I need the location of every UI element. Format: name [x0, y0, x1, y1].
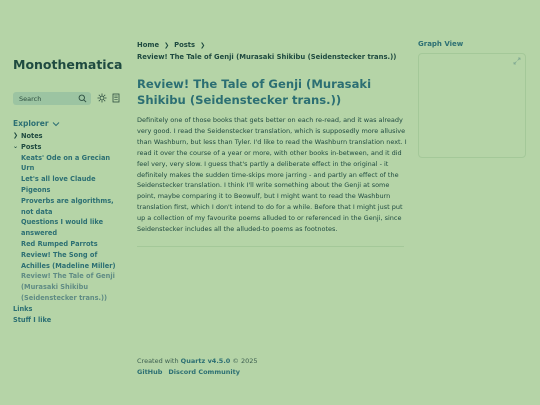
discord-link[interactable]: Discord Community [168, 368, 240, 376]
chevron-right-icon: ❯ [200, 41, 206, 49]
post-link-active[interactable]: Review! The Tale of Genji (Murasaki Shik… [13, 271, 125, 303]
chevron-down-icon: ⌄ [13, 142, 19, 150]
graph-view[interactable] [418, 53, 526, 158]
search-icon [78, 94, 87, 103]
expand-icon[interactable] [513, 57, 521, 65]
breadcrumb: Home ❯ Posts ❯ [137, 41, 205, 49]
chevron-down-icon [52, 121, 59, 126]
folder-label: Posts [21, 142, 42, 151]
links-link[interactable]: Links [13, 304, 125, 315]
sun-icon[interactable] [97, 93, 107, 103]
folder-notes[interactable]: ❯ Notes [13, 131, 125, 142]
post-link[interactable]: Questions I would like answered [13, 217, 125, 239]
post-link[interactable]: Proverbs are algorithms, not data [13, 196, 125, 218]
post-link[interactable]: Pigeons [13, 185, 125, 196]
page: Monothematica Search Explorer ❯ Notes ⌄ … [0, 0, 540, 405]
footer-created-prefix: Created with [137, 357, 179, 365]
post-link[interactable]: Red Rumped Parrots [13, 239, 125, 250]
chevron-right-icon: ❯ [13, 132, 19, 139]
quartz-link[interactable]: Quartz v4.5.0 [181, 357, 231, 365]
breadcrumb-posts[interactable]: Posts [174, 41, 195, 49]
breadcrumb-home[interactable]: Home [137, 41, 159, 49]
folder-label: Notes [21, 132, 43, 140]
footer-credit: Created with Quartz v4.5.0 © 2025 [137, 357, 258, 365]
search-button[interactable]: Search [13, 92, 91, 105]
divider [137, 246, 404, 247]
post-link[interactable]: Let's all love Claude [13, 174, 125, 185]
folder-posts[interactable]: ⌄ Posts [13, 142, 125, 153]
footer-year: © 2025 [232, 357, 258, 365]
github-link[interactable]: GitHub [137, 368, 162, 376]
article-title: Review! The Tale of Genji (Murasaki Shik… [137, 77, 372, 107]
explorer-tree: ❯ Notes ⌄ Posts Keats' Ode on a Grecian … [13, 131, 125, 325]
post-link[interactable]: Review! The Song of Achilles (Madeline M… [13, 250, 125, 272]
site-title[interactable]: Monothematica [13, 57, 122, 72]
article-body: Definitely one of those books that gets … [137, 116, 407, 234]
graph-title: Graph View [418, 40, 464, 48]
explorer-toggle[interactable]: Explorer [13, 119, 60, 128]
chevron-right-icon: ❯ [164, 41, 170, 49]
stuff-i-like-link[interactable]: Stuff I like [13, 315, 125, 326]
reader-mode-icon[interactable] [112, 93, 120, 103]
post-link[interactable]: Keats' Ode on a Grecian Urn [13, 153, 125, 175]
explorer-title: Explorer [13, 119, 49, 128]
breadcrumb-current: Review! The Tale of Genji (Murasaki Shik… [137, 53, 397, 61]
search-label: Search [19, 94, 42, 103]
footer-links: GitHub Discord Community [137, 368, 240, 376]
